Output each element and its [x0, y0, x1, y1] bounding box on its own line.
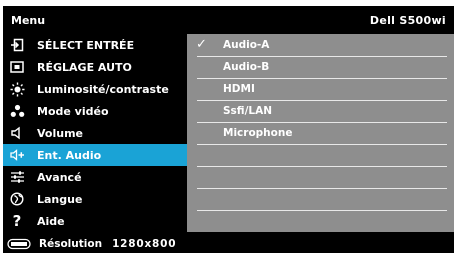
auto-adjust-icon [6, 56, 28, 78]
osd-header: Menu Dell S500wi [3, 6, 454, 34]
option-hdmi[interactable]: HDMI [187, 78, 454, 100]
menu-item-label: Ent. Audio [37, 148, 102, 162]
resolution-label: Résolution [39, 237, 103, 250]
brightness-icon [6, 78, 28, 100]
menu-item-advanced[interactable]: Avancé [3, 166, 187, 188]
audio-input-options: ✓ Audio-A Audio-B HDMI Ssfi/LAN Micropho… [187, 34, 454, 232]
help-icon: ? [12, 211, 22, 230]
status-bar: Résolution 1280x800 [3, 234, 454, 253]
menu-item-label: Avancé [37, 170, 82, 184]
menu-item-language[interactable]: Langue [3, 188, 187, 210]
input-source-icon [6, 34, 28, 56]
menu-item-label: Langue [37, 192, 83, 206]
option-wifi-lan[interactable]: Ssfi/LAN [187, 100, 454, 122]
menu-item-label: RÉGLAGE AUTO [37, 60, 132, 74]
check-icon: ✓ [196, 37, 207, 52]
main-menu: SÉLECT ENTRÉE RÉGLAGE AUTO Luminosité/co… [3, 34, 187, 232]
menu-item-input-select[interactable]: SÉLECT ENTRÉE [3, 34, 187, 56]
resolution-value: 1280x800 [112, 237, 177, 250]
menu-item-volume[interactable]: Volume [3, 122, 187, 144]
option-label: Audio-B [223, 61, 270, 73]
menu-item-label: Aide [37, 214, 65, 228]
divider [197, 166, 447, 167]
divider [197, 210, 447, 211]
menu-item-auto-adjust[interactable]: RÉGLAGE AUTO [3, 56, 187, 78]
language-icon [6, 188, 28, 210]
divider [197, 144, 447, 145]
advanced-settings-icon [6, 166, 28, 188]
option-label: Audio-A [223, 39, 270, 51]
divider [197, 188, 447, 189]
option-label: HDMI [223, 83, 255, 95]
menu-item-label: Luminosité/contraste [37, 82, 169, 96]
model-name: Dell S500wi [369, 14, 446, 27]
menu-title: Menu [11, 14, 46, 27]
option-label: Ssfi/LAN [223, 105, 273, 117]
menu-item-brightness-contrast[interactable]: Luminosité/contraste [3, 78, 187, 100]
option-audio-a[interactable]: ✓ Audio-A [187, 34, 454, 56]
video-mode-icon [6, 100, 28, 122]
menu-item-label: Volume [37, 126, 83, 140]
audio-input-icon [6, 144, 28, 166]
menu-item-help[interactable]: ? Aide [3, 210, 187, 232]
menu-item-label: Mode vidéo [37, 104, 109, 118]
option-microphone[interactable]: Microphone [187, 122, 454, 144]
display-resolution-icon [7, 238, 33, 250]
option-label: Microphone [223, 127, 293, 139]
osd-frame: Menu Dell S500wi SÉLECT ENTRÉE RÉGLAGE A… [3, 6, 454, 253]
menu-item-label: SÉLECT ENTRÉE [37, 38, 135, 52]
option-audio-b[interactable]: Audio-B [187, 56, 454, 78]
menu-item-video-mode[interactable]: Mode vidéo [3, 100, 187, 122]
menu-item-audio-input[interactable]: Ent. Audio [3, 144, 187, 166]
projector-osd: Menu Dell S500wi SÉLECT ENTRÉE RÉGLAGE A… [0, 0, 457, 257]
volume-icon [6, 122, 28, 144]
